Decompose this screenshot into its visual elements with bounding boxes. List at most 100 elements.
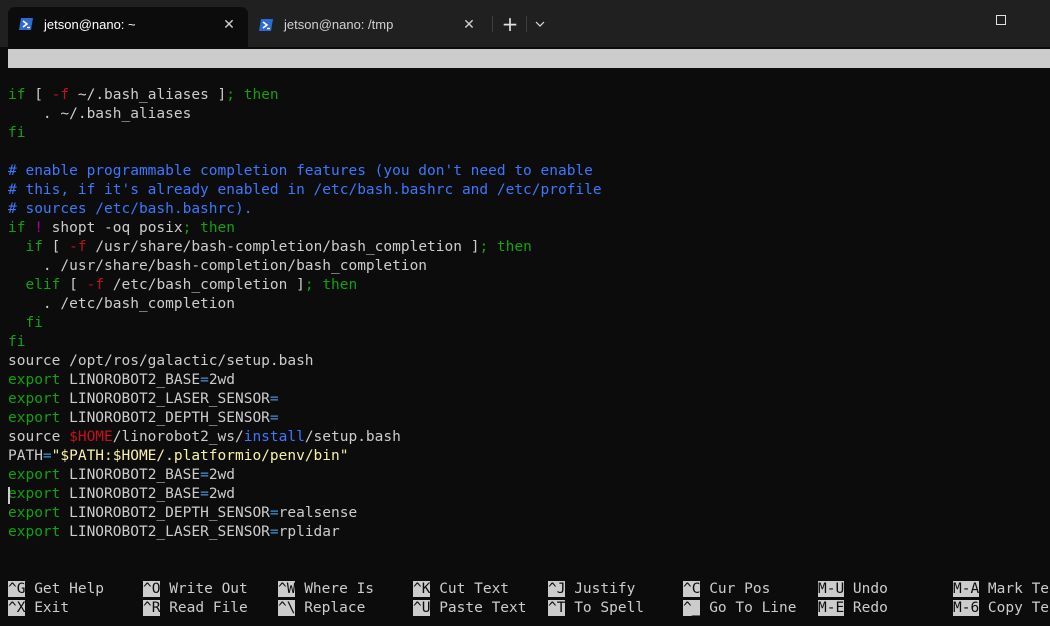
code-token: -f bbox=[51, 87, 70, 103]
code-token: 2wd bbox=[208, 467, 236, 483]
shortcut-item: ^R Read File bbox=[143, 599, 248, 618]
powershell-icon bbox=[258, 17, 274, 33]
shortcut-item: ^T To Spell bbox=[548, 599, 644, 618]
code-token: export bbox=[8, 391, 61, 407]
code-token: LINOROBOT2_DEPTH_SENSOR bbox=[60, 505, 270, 521]
code-token: ~/.bash_aliases ] bbox=[69, 87, 227, 103]
code-token: fi bbox=[8, 334, 26, 350]
code-line: elif [ -f /etc/bash_completion ]; then bbox=[8, 276, 357, 295]
nano-version: GNU nano 4.8 bbox=[26, 69, 131, 85]
code-line: # this, if it's already enabled in /etc/… bbox=[8, 181, 602, 200]
shortcut-label: Exit bbox=[25, 600, 70, 616]
code-token: = bbox=[200, 372, 209, 388]
code-token: /setup.bash bbox=[304, 429, 401, 445]
shortcut-label: Justify bbox=[565, 581, 636, 597]
shortcut-item: ^O Write Out bbox=[143, 580, 248, 599]
toolbar-divider bbox=[492, 16, 493, 32]
terminal-area[interactable]: GNU nano 4.8 /home/jetson/.bashrc if [ -… bbox=[0, 47, 1050, 626]
code-token: . /etc/bash_completion bbox=[8, 296, 235, 312]
code-token: [ bbox=[25, 87, 52, 103]
shortcut-item: ^U Paste Text bbox=[413, 599, 527, 618]
code-token: -f bbox=[86, 277, 105, 293]
code-token: export bbox=[8, 372, 61, 388]
code-token: shopt -oq posix bbox=[42, 220, 183, 236]
shortcut-key: ^O bbox=[143, 581, 161, 597]
tab-jetson-home[interactable]: jetson@nano: ~ ✕ bbox=[8, 7, 248, 47]
shortcut-label: Undo bbox=[844, 581, 888, 597]
code-token: # enable programmable completion feature… bbox=[8, 163, 593, 179]
code-token: LINOROBOT2_BASE bbox=[60, 486, 201, 502]
shortcut-label: Where Is bbox=[295, 581, 375, 597]
code-line: export LINOROBOT2_BASE=2wd bbox=[8, 485, 235, 504]
code-line: export LINOROBOT2_BASE=2wd bbox=[8, 371, 235, 390]
shortcut-item: ^_ Go To Line bbox=[683, 599, 797, 618]
code-token: fi bbox=[8, 125, 26, 141]
shortcut-key: ^\ bbox=[278, 600, 296, 616]
code-token: if bbox=[8, 220, 26, 236]
code-token: /etc/bash_completion ] bbox=[104, 277, 305, 293]
code-line: export LINOROBOT2_LASER_SENSOR=rplidar bbox=[8, 523, 340, 542]
shortcut-label: Paste Text bbox=[430, 600, 527, 616]
shortcut-label: Replace bbox=[295, 600, 366, 616]
code-token: LINOROBOT2_BASE bbox=[60, 467, 201, 483]
code-token: ; then bbox=[226, 87, 279, 103]
shortcut-key: ^J bbox=[548, 581, 566, 597]
code-line: if [ -f ~/.bash_aliases ]; then bbox=[8, 86, 279, 105]
code-token: . /usr/share/bash-completion/bash_comple… bbox=[8, 258, 428, 274]
shortcut-key: ^T bbox=[548, 600, 566, 616]
shortcut-key: ^R bbox=[143, 600, 161, 616]
powershell-icon bbox=[18, 16, 34, 32]
code-line: fi bbox=[8, 333, 25, 352]
shortcut-key: ^X bbox=[8, 600, 26, 616]
code-line: source /opt/ros/galactic/setup.bash bbox=[8, 352, 314, 371]
shortcut-key: ^C bbox=[683, 581, 701, 597]
shortcut-item: ^G Get Help bbox=[8, 580, 104, 599]
shortcut-item: ^J Justify bbox=[548, 580, 635, 599]
new-tab-button[interactable]: + bbox=[496, 12, 524, 36]
shortcut-item: ^C Cur Pos bbox=[683, 580, 770, 599]
code-token: ; then bbox=[182, 220, 236, 236]
code-line: export LINOROBOT2_DEPTH_SENSOR= bbox=[8, 409, 279, 428]
shortcut-key: ^G bbox=[8, 581, 26, 597]
chevron-down-icon bbox=[535, 21, 545, 27]
code-token: 2wd bbox=[208, 486, 236, 502]
shortcut-label: Cut Text bbox=[430, 581, 510, 597]
close-icon[interactable]: ✕ bbox=[220, 16, 238, 33]
code-token: ; then bbox=[304, 277, 358, 293]
maximize-icon bbox=[996, 15, 1006, 25]
code-token: export bbox=[8, 410, 61, 426]
tab-jetson-tmp[interactable]: jetson@nano: /tmp ✕ bbox=[248, 8, 488, 41]
code-line: if [ -f /usr/share/bash-completion/bash_… bbox=[8, 238, 531, 257]
code-token: [ bbox=[60, 277, 87, 293]
close-icon[interactable]: ✕ bbox=[460, 16, 478, 33]
tab-dropdown-button[interactable] bbox=[526, 12, 554, 36]
code-token: export bbox=[8, 486, 61, 502]
maximize-button[interactable] bbox=[992, 11, 1010, 29]
shortcut-key: ^U bbox=[413, 600, 431, 616]
code-line: export LINOROBOT2_LASER_SENSOR= bbox=[8, 390, 279, 409]
shortcut-label: Cur Pos bbox=[700, 581, 771, 597]
code-line: export LINOROBOT2_DEPTH_SENSOR=realsense bbox=[8, 504, 357, 523]
shortcut-key: ^K bbox=[413, 581, 431, 597]
code-line: fi bbox=[8, 314, 43, 333]
code-line: . ~/.bash_aliases bbox=[8, 105, 191, 124]
code-token: fi bbox=[8, 315, 43, 331]
shortcut-label: Redo bbox=[844, 600, 888, 616]
shortcut-item: ^\ Replace bbox=[278, 599, 365, 618]
code-token: export bbox=[8, 524, 61, 540]
tab-title: jetson@nano: ~ bbox=[44, 16, 136, 32]
shortcut-item: ^X Exit bbox=[8, 599, 69, 618]
code-token: LINOROBOT2_LASER_SENSOR bbox=[60, 524, 270, 540]
code-line: . /usr/share/bash-completion/bash_comple… bbox=[8, 257, 427, 276]
shortcut-key: ^W bbox=[278, 581, 296, 597]
code-line: export LINOROBOT2_BASE=2wd bbox=[8, 466, 235, 485]
code-token: install bbox=[243, 429, 305, 445]
shortcut-item: ^W Where Is bbox=[278, 580, 374, 599]
code-token: = bbox=[200, 467, 209, 483]
code-token: rplidar bbox=[278, 524, 340, 540]
code-line: if ! shopt -oq posix; then bbox=[8, 219, 235, 238]
code-token: = bbox=[269, 524, 279, 540]
code-token: if bbox=[8, 239, 43, 255]
code-line: . /etc/bash_completion bbox=[8, 295, 235, 314]
shortcut-item: M-U Undo bbox=[818, 580, 888, 599]
